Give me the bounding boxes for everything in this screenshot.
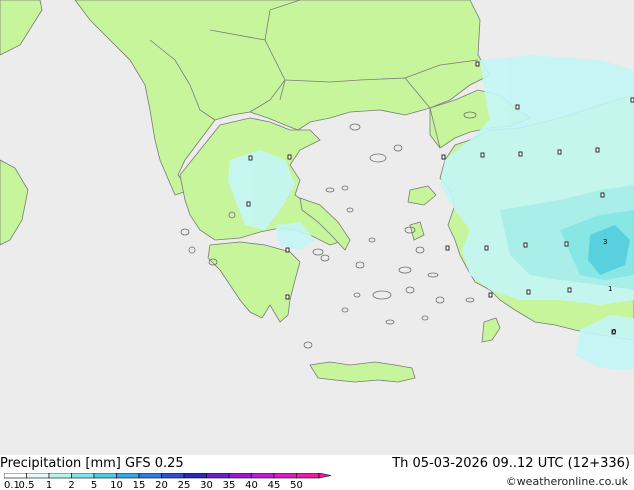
- station-value-3: 0: [612, 328, 616, 336]
- scale-tick-label: 45: [268, 480, 281, 489]
- scale-tick-label: 35: [223, 480, 236, 489]
- scale-swatch: [26, 473, 50, 479]
- scale-arrow: [318, 473, 332, 479]
- forecast-datetime: Th 05-03-2026 09..12 UTC (12+336): [392, 456, 630, 471]
- lesbos: [407, 185, 437, 206]
- scale-tick-label: 5: [91, 480, 97, 489]
- scale-swatch: [273, 473, 297, 479]
- precipitation-map: 3 1 0: [0, 0, 634, 455]
- precipitation-scale: 0.10.5 1 2 5 10 15 20 25 30 35 40 45 50: [4, 473, 332, 489]
- map-title: Precipitation [mm] GFS 0.25: [0, 456, 184, 471]
- scale-swatch: [4, 473, 27, 479]
- crete: [309, 361, 416, 383]
- station-value-1: 3: [603, 238, 607, 246]
- italy-landmass: [0, 0, 43, 246]
- station-value-2: 1: [608, 285, 612, 293]
- rhodes: [481, 317, 501, 343]
- scale-swatch: [228, 473, 252, 479]
- scale-tick-label: 1: [46, 480, 52, 489]
- map-canvas: 3 1 0: [0, 0, 634, 383]
- scale-tick-label: 20: [155, 480, 168, 489]
- scale-tick-label: 0.5: [19, 480, 35, 489]
- scale-swatch: [251, 473, 275, 479]
- scale-tick-label: 0.1: [4, 480, 20, 489]
- scale-swatch: [71, 473, 95, 479]
- scale-swatch: [48, 473, 72, 479]
- scale-tick-label: 2: [68, 480, 74, 489]
- scale-tick-label: 40: [245, 480, 258, 489]
- scale-swatch: [206, 473, 230, 479]
- scale-tick-label: 10: [110, 480, 123, 489]
- credit-link[interactable]: ©weatheronline.co.uk: [506, 475, 628, 488]
- scale-tick-label: 25: [178, 480, 191, 489]
- model-name: GFS 0.25: [125, 456, 184, 471]
- scale-swatch: [161, 473, 185, 479]
- scale-swatch: [138, 473, 162, 479]
- scale-tick-label: 15: [133, 480, 146, 489]
- peloponnese: [207, 241, 301, 323]
- scale-swatch: [296, 473, 320, 479]
- scale-swatch: [183, 473, 207, 479]
- scale-swatch: [93, 473, 117, 479]
- scale-tick-label: 50: [290, 480, 303, 489]
- map-footer: Precipitation [mm] GFS 0.25 Th 05-03-202…: [0, 455, 634, 490]
- scale-tick-label: 30: [200, 480, 213, 489]
- title-text: Precipitation [mm]: [0, 456, 121, 471]
- scale-swatch: [116, 473, 140, 479]
- chios: [409, 221, 425, 241]
